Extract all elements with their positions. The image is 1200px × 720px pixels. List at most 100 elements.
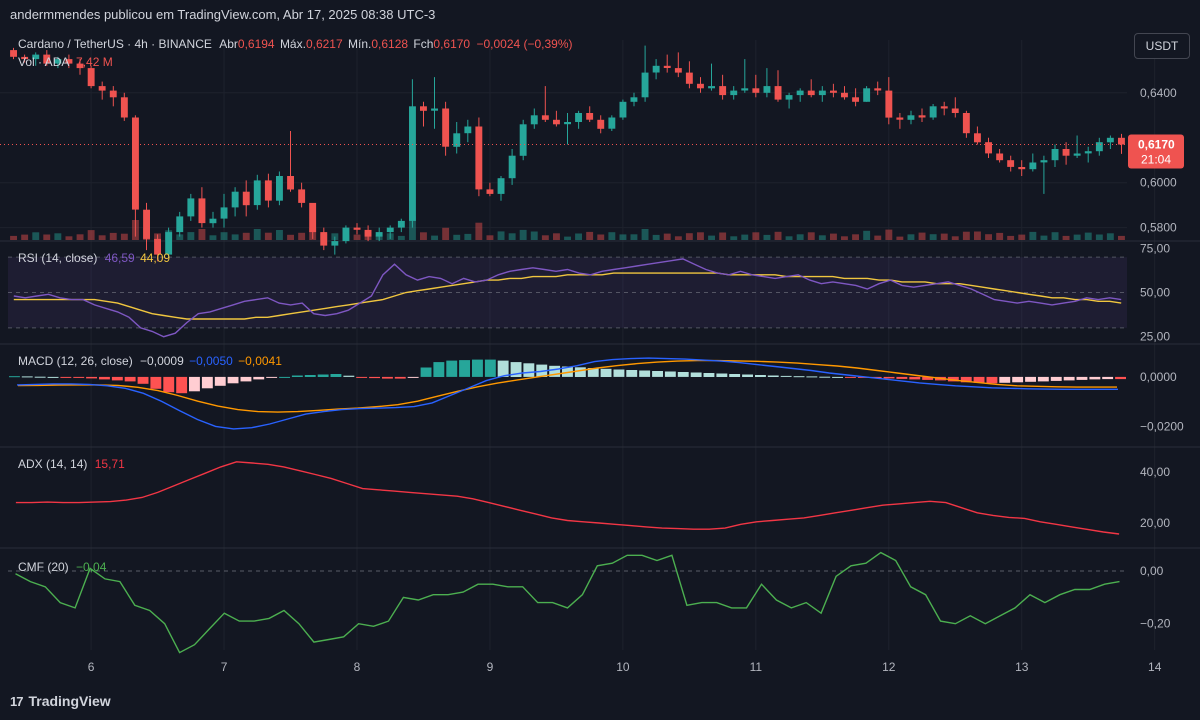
- candle-body: [1007, 160, 1015, 167]
- candle-body: [608, 117, 616, 129]
- candle-body: [364, 229, 372, 237]
- volume-bar: [830, 233, 837, 240]
- volume-label[interactable]: Vol · ADA: [18, 55, 69, 69]
- volume-bar: [1073, 234, 1081, 240]
- macd-title[interactable]: MACD (12, 26, close): [18, 354, 133, 368]
- candle-body: [962, 113, 970, 134]
- time-tick-label: 11: [750, 660, 763, 674]
- macd-histogram-bar: [832, 376, 843, 378]
- brand-name: TradingView: [28, 693, 111, 709]
- macd-histogram-bar: [1050, 376, 1062, 381]
- volume-bar: [109, 232, 117, 240]
- open-value: 0,6194: [237, 37, 275, 51]
- macd-histogram-bar: [497, 360, 509, 377]
- volume-bar: [43, 234, 51, 240]
- macd-histogram-bar: [574, 367, 586, 377]
- candle-body: [863, 88, 871, 102]
- candle-body: [785, 95, 793, 100]
- macd-histogram-bar: [600, 368, 612, 377]
- candle-body: [1073, 153, 1081, 156]
- candle-body: [807, 90, 815, 96]
- volume-bar: [530, 231, 538, 240]
- candle-body: [331, 241, 339, 246]
- volume-bar: [741, 234, 749, 240]
- currency-button[interactable]: USDT: [1134, 33, 1190, 59]
- tradingview-brand[interactable]: 17 TradingView: [10, 693, 111, 709]
- candle-body: [541, 115, 549, 120]
- candle-body: [409, 106, 416, 221]
- rsi-legend: RSI (14, close) 46,59 44,09: [18, 251, 170, 265]
- volume-bar: [397, 235, 405, 240]
- volume-bar: [187, 232, 195, 240]
- volume-bar: [685, 233, 693, 240]
- candle-body: [918, 115, 926, 118]
- candle-body: [519, 124, 527, 156]
- volume-bar: [1084, 232, 1092, 240]
- candle-body: [242, 191, 250, 206]
- macd-histogram-bar: [742, 374, 753, 377]
- candle-body: [553, 119, 560, 125]
- macd-histogram-bar: [986, 376, 998, 384]
- macd-tick-label: 0,0000: [1140, 370, 1177, 384]
- time-tick-label: 14: [1148, 660, 1162, 674]
- close-label: Fch: [413, 37, 434, 51]
- macd-histogram-bar: [1089, 376, 1101, 380]
- candle-body: [264, 180, 272, 201]
- cmf-tick-label: −0,20: [1140, 617, 1171, 631]
- volume-bar: [10, 235, 17, 240]
- volume-bar: [1118, 235, 1125, 240]
- macd-signal-value: −0,0041: [238, 354, 282, 368]
- rsi-title[interactable]: RSI (14, close): [18, 251, 97, 265]
- rsi-tick-label: 50,00: [1140, 286, 1170, 300]
- symbol-name[interactable]: Cardano / TetherUS · 4h · BINANCE: [18, 37, 212, 51]
- macd-histogram-bar: [819, 376, 831, 378]
- macd-histogram-bar: [317, 374, 329, 377]
- volume-bar: [76, 234, 84, 240]
- macd-histogram-bar: [690, 372, 702, 377]
- candle-body: [253, 180, 261, 206]
- volume-bar: [1095, 234, 1103, 240]
- volume-bar: [951, 236, 959, 240]
- candle-body: [685, 72, 693, 84]
- candle-body: [176, 216, 184, 233]
- volume-bar: [231, 234, 239, 240]
- macd-histogram-bar: [639, 370, 651, 377]
- volume-bar: [730, 236, 738, 240]
- adx-title[interactable]: ADX (14, 14): [18, 457, 87, 471]
- candle-body: [231, 191, 239, 208]
- volume-bar: [431, 235, 438, 240]
- macd-histogram-bar: [1025, 376, 1036, 382]
- volume-bar: [774, 231, 782, 240]
- volume-bar: [1007, 235, 1015, 240]
- candle-body: [586, 113, 594, 120]
- candle-body: [774, 86, 782, 100]
- macd-histogram-bar: [21, 376, 33, 378]
- volume-bar: [575, 233, 582, 240]
- macd-histogram-bar: [459, 360, 470, 377]
- volume-bar: [475, 222, 483, 240]
- high-label: Máx.: [279, 37, 306, 51]
- rsi-ma-value: 44,09: [140, 251, 171, 265]
- candle-body: [442, 108, 450, 147]
- volume-bar: [21, 234, 29, 240]
- candle-body: [841, 92, 848, 98]
- volume-bar: [65, 236, 73, 240]
- candle-body: [187, 198, 195, 217]
- volume-bar: [32, 232, 40, 240]
- macd-histogram-bar: [407, 376, 419, 378]
- candle-body: [1018, 167, 1026, 170]
- macd-histogram-bar: [1076, 376, 1088, 380]
- volume-bar: [708, 235, 715, 240]
- macd-histogram-bar: [1012, 376, 1024, 383]
- candle-body: [996, 153, 1004, 161]
- volume-bar: [1051, 232, 1059, 240]
- change-value: −0,0024 (−0,39%): [476, 37, 573, 51]
- volume-bar: [907, 234, 915, 240]
- cmf-title[interactable]: CMF (20): [18, 560, 69, 574]
- candle-body: [597, 119, 605, 129]
- macd-histogram-bar: [73, 376, 85, 378]
- candle-body: [741, 88, 749, 91]
- rsi-pane[interactable]: [8, 256, 1127, 338]
- volume-bar: [874, 235, 882, 240]
- volume-bar: [885, 229, 893, 240]
